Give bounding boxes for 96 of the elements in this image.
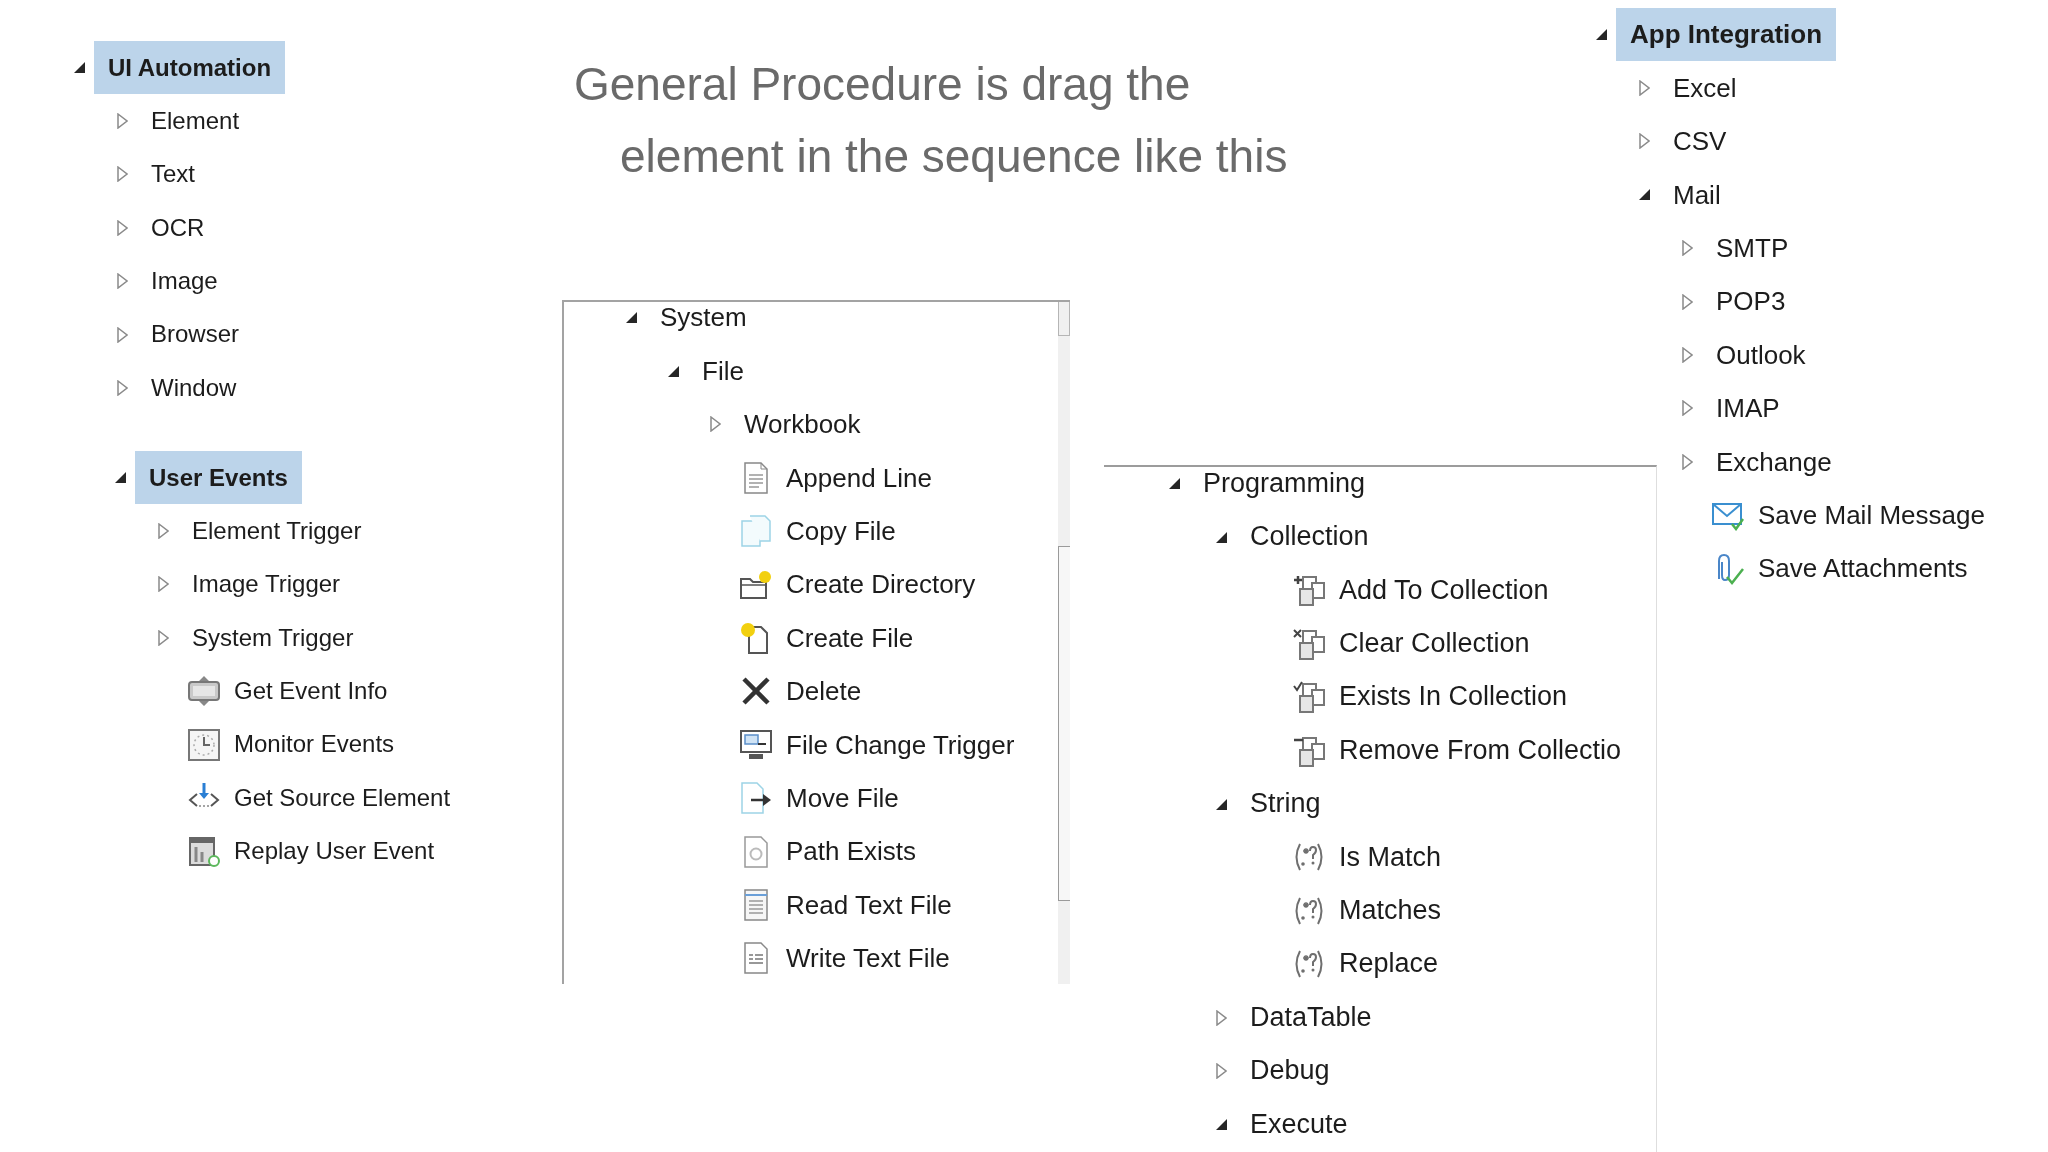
tree-item[interactable]: User Events <box>135 451 302 505</box>
tree-item[interactable]: Matches <box>1325 895 1456 926</box>
tree-item[interactable]: Copy File <box>772 516 910 546</box>
scrollbar-track[interactable] <box>1058 302 1070 984</box>
tree-item[interactable]: Remove From Collectio <box>1325 735 1636 766</box>
tree-item[interactable]: Image <box>137 268 232 295</box>
tree-item[interactable]: Append Line <box>772 463 947 493</box>
new-folder-icon <box>740 568 772 601</box>
monitor-icon <box>740 728 772 761</box>
collapsed-arrow-icon[interactable] <box>116 113 128 130</box>
calendar-icon <box>188 835 220 868</box>
collapsed-arrow-icon[interactable] <box>116 380 128 397</box>
tree-item[interactable]: OCR <box>137 214 219 242</box>
expanded-arrow-icon[interactable] <box>1215 1118 1227 1130</box>
clock-icon <box>188 728 220 761</box>
tree-item[interactable]: File Change Trigger <box>772 730 1029 760</box>
tree-item[interactable]: Element Trigger <box>178 517 376 545</box>
collapsed-arrow-icon[interactable] <box>116 219 128 236</box>
tree-item[interactable]: Save Attachments <box>1744 554 1982 583</box>
tree-item[interactable]: SMTP <box>1702 233 1803 263</box>
expanded-arrow-icon[interactable] <box>1638 189 1650 201</box>
tree-item[interactable]: Move File <box>772 783 913 813</box>
tree-item[interactable]: Get Source Element <box>220 784 465 812</box>
collapsed-arrow-icon[interactable] <box>709 416 721 433</box>
tree-item[interactable]: Delete <box>772 677 876 706</box>
tree-item[interactable]: Path Exists <box>772 837 931 866</box>
tree-item[interactable]: Exists In Collection <box>1325 682 1582 713</box>
copy-icon <box>740 515 772 548</box>
tree-item[interactable]: POP3 <box>1702 287 1800 316</box>
collapsed-arrow-icon[interactable] <box>1681 240 1693 257</box>
tree-item[interactable]: Read Text File <box>772 890 966 920</box>
expanded-arrow-icon[interactable] <box>1215 531 1227 543</box>
tree-item[interactable]: UI Automation <box>94 41 286 95</box>
tree-item[interactable]: Create Directory <box>772 570 990 599</box>
collapsed-arrow-icon[interactable] <box>157 576 169 593</box>
tree-item[interactable]: Save Mail Message <box>1744 500 1999 530</box>
tree-item[interactable]: Element <box>137 107 254 135</box>
scroll-button[interactable] <box>1058 302 1070 336</box>
tree-item[interactable]: Exchange <box>1702 447 1846 477</box>
expanded-arrow-icon[interactable] <box>625 312 637 324</box>
collapsed-arrow-icon[interactable] <box>1638 133 1650 150</box>
tree-item[interactable]: Add To Collection <box>1325 575 1563 606</box>
tree-item[interactable]: String <box>1236 789 1335 819</box>
tree-item[interactable]: Mail <box>1659 180 1735 210</box>
collection-clear-icon <box>1293 627 1325 660</box>
expanded-arrow-icon[interactable] <box>114 472 126 484</box>
tree-item[interactable]: Execute <box>1236 1109 1362 1140</box>
scroll-thumb[interactable] <box>1058 546 1070 901</box>
tree-item[interactable]: Excel <box>1659 73 1751 103</box>
tree-item[interactable]: Replace <box>1325 949 1453 980</box>
tree-item[interactable]: IMAP <box>1702 394 1794 423</box>
slide-title: General Procedure is drag the element in the sequence like this <box>574 57 1289 184</box>
collapsed-arrow-icon[interactable] <box>1681 347 1693 364</box>
tree-item[interactable]: CSV <box>1659 127 1741 156</box>
tree-item[interactable]: Programming <box>1189 468 1380 499</box>
collapsed-arrow-icon[interactable] <box>1681 453 1693 470</box>
file-arrow-icon <box>740 782 772 815</box>
tree-item[interactable]: System Trigger <box>178 624 368 652</box>
collapsed-arrow-icon[interactable] <box>1681 293 1693 310</box>
tree-item[interactable]: App Integration <box>1616 8 1837 62</box>
tree-item[interactable]: Window <box>137 374 251 402</box>
tree-item[interactable]: Outlook <box>1702 340 1820 370</box>
tree-item[interactable]: Browser <box>137 321 254 348</box>
collapsed-arrow-icon[interactable] <box>157 523 169 540</box>
collapsed-arrow-icon[interactable] <box>1638 80 1650 97</box>
tree-item[interactable]: Monitor Events <box>220 731 409 758</box>
tree-item[interactable]: Text <box>137 161 209 188</box>
tree-item[interactable]: Debug <box>1236 1056 1344 1086</box>
collapsed-arrow-icon[interactable] <box>1681 400 1693 417</box>
tree-item[interactable]: DataTable <box>1236 1002 1386 1033</box>
expanded-arrow-icon[interactable] <box>1595 29 1607 41</box>
collection-check-icon <box>1293 681 1325 714</box>
collapsed-arrow-icon[interactable] <box>116 166 128 183</box>
tree-item[interactable]: Clear Collection <box>1325 629 1544 659</box>
collection-remove-icon <box>1293 734 1325 767</box>
collapsed-arrow-icon[interactable] <box>116 273 128 290</box>
tree-item[interactable]: Create File <box>772 623 928 653</box>
expanded-arrow-icon[interactable] <box>1215 798 1227 810</box>
tree-item[interactable]: Image Trigger <box>178 571 355 598</box>
box-arrows-icon <box>188 675 220 708</box>
expanded-arrow-icon[interactable] <box>73 62 85 74</box>
tree-item[interactable]: Write Text File <box>772 944 964 973</box>
collapsed-arrow-icon[interactable] <box>157 629 169 646</box>
collapsed-arrow-icon[interactable] <box>116 326 128 343</box>
tree-item[interactable]: Is Match <box>1325 842 1456 873</box>
collapsed-arrow-icon[interactable] <box>1215 1009 1227 1026</box>
collapsed-arrow-icon[interactable] <box>1215 1063 1227 1079</box>
tree-item[interactable]: System <box>646 303 761 332</box>
tree-item[interactable]: Collection <box>1236 522 1383 552</box>
expanded-arrow-icon[interactable] <box>667 365 679 377</box>
tree-item[interactable]: Workbook <box>730 410 875 439</box>
expanded-arrow-icon[interactable] <box>1168 478 1180 490</box>
tree-item[interactable]: File <box>688 356 758 386</box>
collection-add-icon <box>1293 574 1325 607</box>
tree-item[interactable]: Get Event Info <box>220 678 402 705</box>
tree-item[interactable]: Replay User Event <box>220 838 449 865</box>
